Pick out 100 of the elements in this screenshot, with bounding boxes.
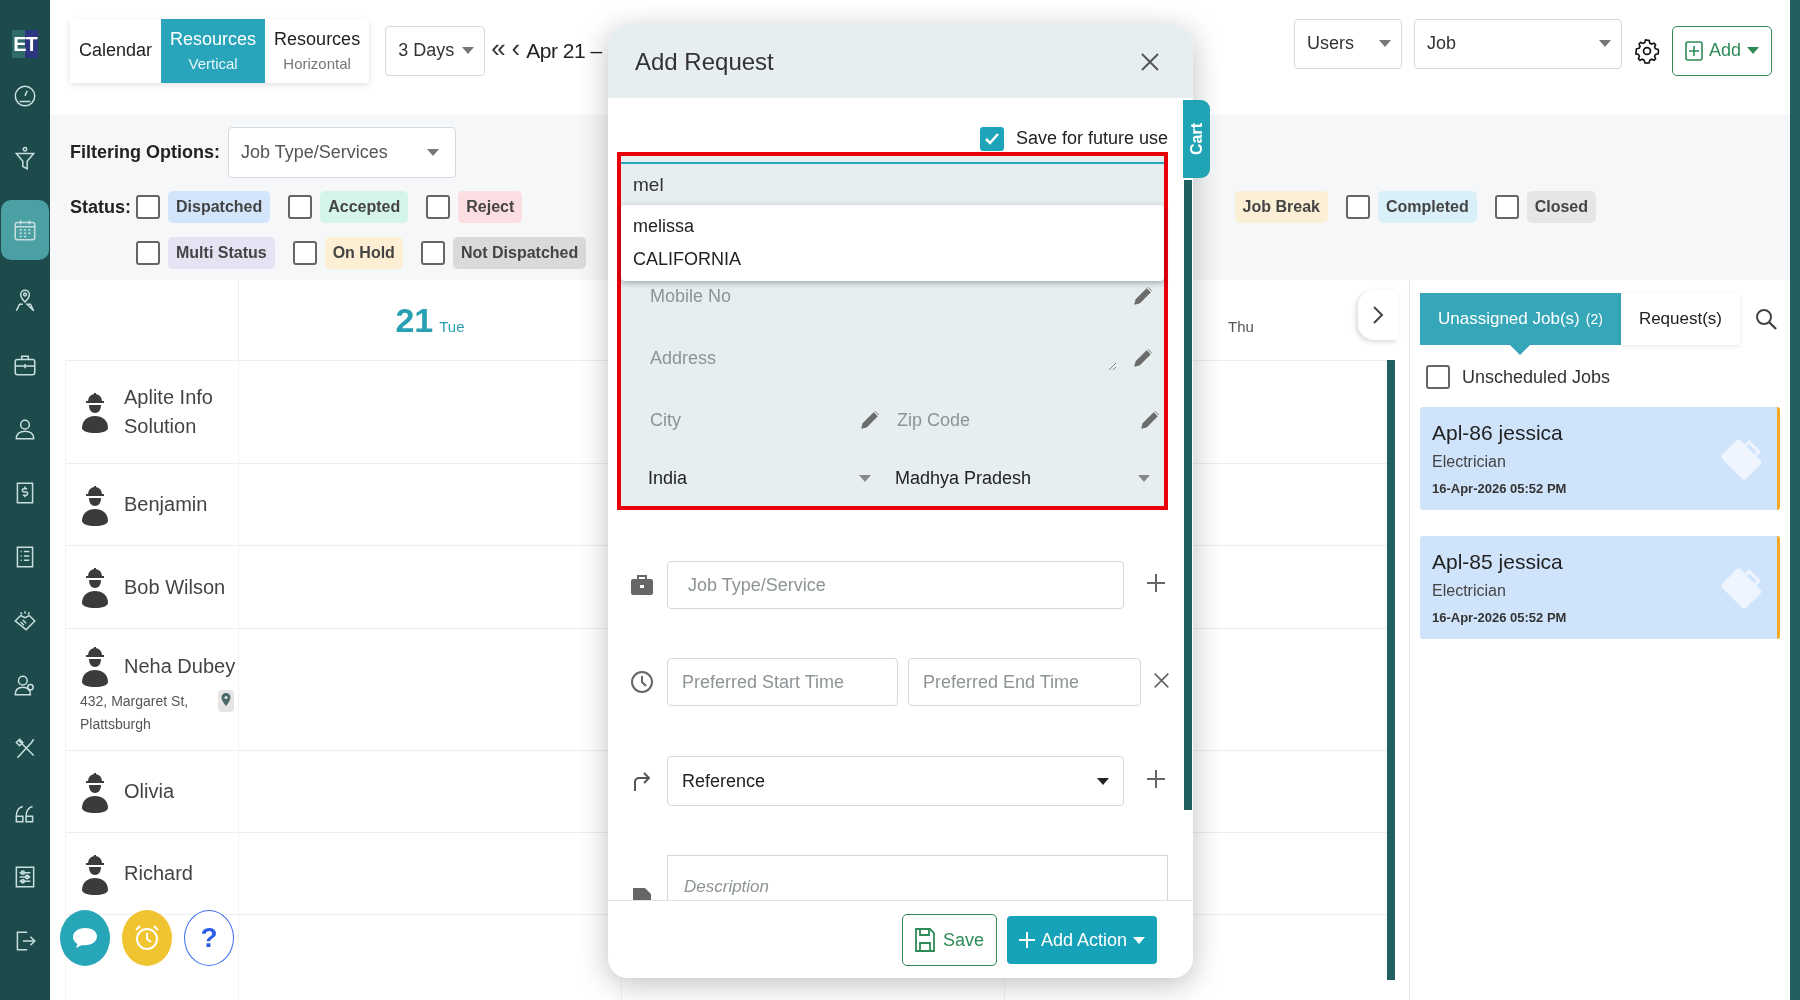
caret-icon (462, 47, 475, 54)
checkbox[interactable] (420, 241, 445, 265)
nav-button[interactable]: ‹ (511, 33, 521, 64)
address-field[interactable]: Address (648, 346, 1100, 370)
status-chip[interactable]: Accepted (320, 191, 409, 223)
checkbox[interactable] (292, 241, 317, 265)
checkbox[interactable] (1426, 365, 1450, 389)
job-card[interactable]: Apl-86 jessica Electrician 16-Apr-2026 05:52 PM (1420, 407, 1780, 510)
date-range: Apr 21 – (526, 38, 602, 63)
worker-icon (80, 644, 110, 689)
zip-code-field[interactable]: Zip Code (895, 408, 1131, 432)
clear-icon[interactable] (1153, 671, 1170, 689)
checkbox[interactable] (136, 241, 160, 265)
job-type-field[interactable]: Job Type/Service (667, 561, 1124, 609)
pencil-icon[interactable] (1139, 409, 1161, 431)
caret-icon (1598, 40, 1611, 47)
checkbox[interactable] (1494, 195, 1519, 219)
plus-square-icon (1684, 40, 1703, 61)
day-name: Thu (1228, 317, 1254, 335)
status-chip[interactable]: Reject (458, 191, 523, 223)
resource-name: Richard (124, 861, 194, 886)
description-field[interactable]: Description (667, 855, 1168, 900)
day-name: Tue (439, 317, 465, 335)
caret-icon (427, 149, 439, 156)
speech-bubble-icon (71, 926, 99, 950)
resource-address: 432, Margaret St, Plattsburgh (80, 692, 190, 734)
status-label: Status: (70, 196, 132, 218)
day-number: 21 (395, 300, 434, 340)
chat-button[interactable] (60, 910, 110, 966)
checkbox-label: Save for future use (1015, 128, 1168, 149)
mobile-field[interactable]: Mobile No (648, 284, 1124, 308)
checkbox-label: Unscheduled Jobs (1462, 366, 1611, 388)
resize-grip-icon (1108, 362, 1116, 370)
settings-icon[interactable] (1633, 37, 1660, 64)
end-time-field[interactable]: Preferred End Time (908, 658, 1141, 706)
help-button[interactable]: ? (184, 910, 234, 966)
briefcase-icon (630, 574, 654, 596)
logo[interactable]: ET (12, 30, 38, 58)
country-select[interactable]: India (648, 468, 871, 489)
caret-icon (1133, 936, 1145, 944)
filter-label: Filtering Options: (70, 142, 220, 163)
pencil-icon[interactable] (1132, 347, 1154, 369)
worker-icon (80, 565, 110, 609)
worker-icon (80, 390, 110, 434)
state-select[interactable]: Madhya Pradesh (895, 468, 1150, 489)
calendar-icon[interactable] (1, 200, 49, 260)
job-card[interactable]: Apl-85 jessica Electrician 16-Apr-2026 05:52 PM (1420, 536, 1780, 639)
close-icon[interactable] (1140, 51, 1160, 72)
type-select[interactable]: Job (1413, 18, 1622, 69)
caret-icon (1747, 47, 1759, 54)
resource-name: Neha Dubey (124, 653, 237, 679)
save-button[interactable]: Save (901, 914, 997, 966)
turn-arrow-icon (632, 770, 652, 792)
search-icon[interactable] (1754, 307, 1778, 331)
users-select[interactable]: Users (1293, 18, 1402, 69)
pencil-icon[interactable] (859, 409, 881, 431)
checkbox[interactable] (426, 195, 451, 219)
suggestion-item[interactable]: CALIFORNIA (621, 243, 1164, 276)
resource-name: Benjamin (124, 492, 209, 517)
checkbox[interactable] (979, 126, 1004, 151)
reference-select[interactable]: Reference (667, 756, 1124, 806)
pencil-icon[interactable] (1132, 285, 1154, 307)
pointer-icon (1510, 345, 1531, 355)
view-tab[interactable]: Resources Horizontal (265, 18, 370, 83)
status-chip[interactable]: On Hold (324, 237, 403, 269)
status-chip[interactable]: Completed (1378, 191, 1477, 223)
plus-icon[interactable] (1146, 573, 1166, 593)
view-tab[interactable]: Calendar (70, 18, 162, 83)
job-type: Electrician (1432, 453, 1507, 471)
add-button[interactable]: Add (1671, 25, 1772, 76)
panel-tab[interactable]: Request(s) (1620, 293, 1740, 345)
job-title: Apl-85 jessica (1432, 550, 1564, 574)
status-chip[interactable]: Job Break (1234, 191, 1328, 223)
checkbox[interactable] (288, 195, 313, 219)
chevron-right-icon (1372, 305, 1384, 325)
caret-icon (1138, 475, 1150, 482)
checkbox[interactable] (1346, 195, 1370, 219)
map-pin-icon[interactable] (218, 690, 234, 713)
status-chip[interactable]: Multi Status (168, 237, 275, 269)
resource-name: Olivia (124, 779, 175, 804)
checkbox[interactable] (136, 195, 160, 219)
status-chip[interactable]: Not Dispatched (452, 237, 587, 269)
status-chip[interactable]: Dispatched (168, 191, 271, 223)
nav-button[interactable]: « (491, 33, 506, 64)
job-type: Electrician (1432, 582, 1507, 600)
city-field[interactable]: City (648, 408, 851, 432)
suggestion-item[interactable]: melissa (621, 210, 1164, 243)
plus-icon (1018, 932, 1035, 948)
start-time-field[interactable]: Preferred Start Time (667, 658, 898, 706)
filter-select[interactable]: Job Type/Services (228, 127, 456, 178)
job-time: 16-Apr-2026 05:52 PM (1432, 481, 1567, 496)
status-chip[interactable]: Closed (1526, 191, 1596, 223)
clock-icon (630, 670, 654, 694)
range-select[interactable]: 3 Days (385, 25, 486, 76)
job-time: 16-Apr-2026 05:52 PM (1432, 610, 1567, 625)
expand-button[interactable] (1358, 290, 1398, 340)
caret-icon (859, 475, 871, 482)
plus-icon[interactable] (1146, 769, 1166, 789)
resource-name: Aplite Info Solution (124, 385, 214, 439)
caret-icon (1097, 777, 1109, 785)
